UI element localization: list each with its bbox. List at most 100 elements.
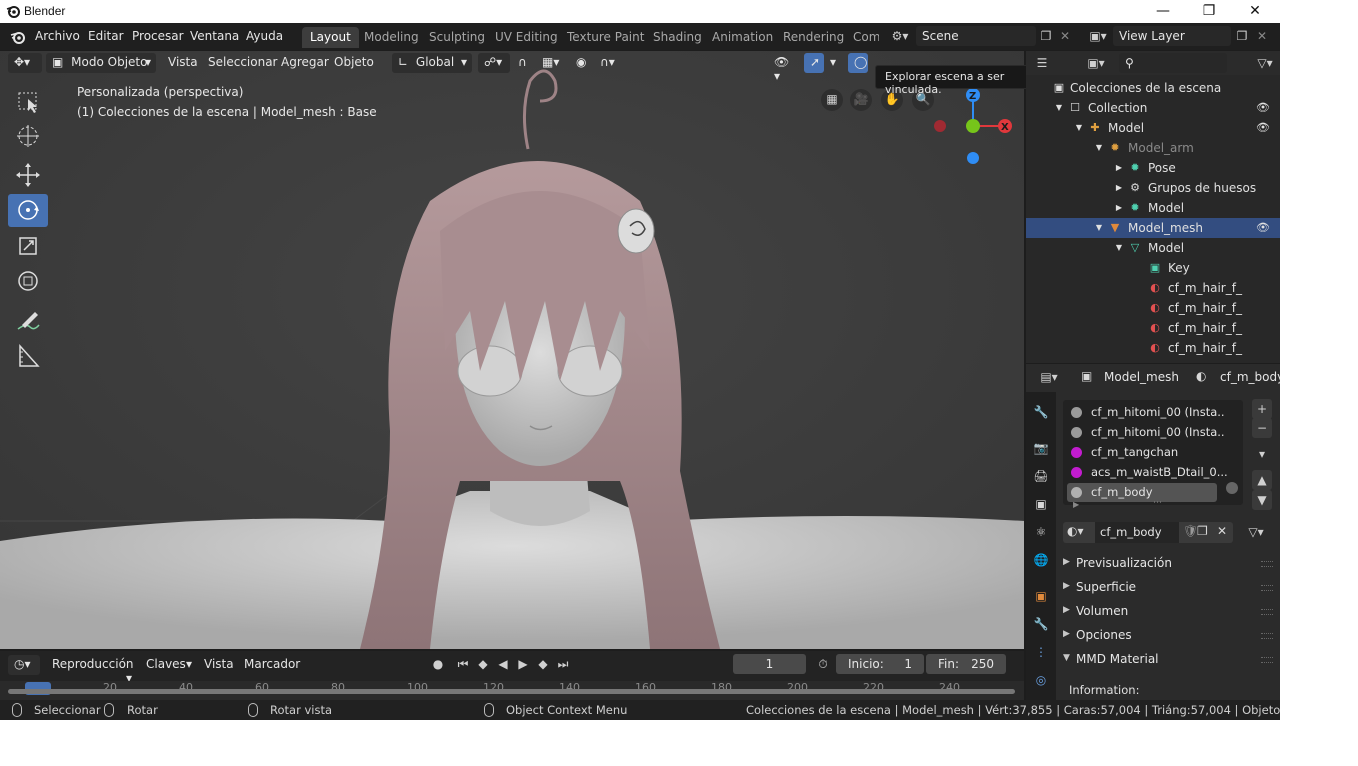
visibility-button[interactable]: 👁▾: [768, 53, 800, 83]
snap-toggle[interactable]: ∩: [512, 53, 536, 73]
outliner-row[interactable]: ▣ Key: [1026, 258, 1280, 278]
tab-uv-editing[interactable]: UV Editing: [487, 27, 566, 48]
menu-editar[interactable]: Editar: [88, 29, 124, 43]
panel-header[interactable]: ▶ Superficie: [1061, 577, 1273, 599]
current-frame-field[interactable]: 1: [733, 654, 806, 674]
outliner-row[interactable]: ▼ ✚ Model 👁: [1026, 118, 1280, 138]
toggle-camera-ortho-icon[interactable]: ▦: [821, 89, 843, 111]
menu-seleccionar[interactable]: Seleccionar: [202, 53, 283, 73]
grip-icon[interactable]: [1261, 561, 1273, 567]
close-button[interactable]: ✕: [1232, 0, 1278, 23]
new-scene-icon[interactable]: ❐: [1036, 26, 1056, 46]
menu-agregar[interactable]: Agregar: [275, 53, 335, 73]
eye-icon[interactable]: 👁: [1256, 221, 1270, 235]
menu-claves[interactable]: Claves ▾: [140, 655, 196, 675]
outliner-editor-icon[interactable]: ☰: [1029, 53, 1055, 73]
outliner-row[interactable]: ◐ cf_m_hair_f_: [1026, 338, 1280, 358]
tab-shading[interactable]: Shading: [645, 27, 710, 48]
menu-marcador[interactable]: Marcador: [238, 655, 306, 675]
add-slot-button[interactable]: +: [1252, 399, 1272, 419]
material-name-field[interactable]: cf_m_body: [1095, 522, 1179, 543]
move-tool[interactable]: [8, 159, 48, 192]
menu-ventana[interactable]: Ventana: [190, 29, 239, 43]
tab-texture-paint[interactable]: Texture Paint: [559, 27, 652, 48]
grip-icon[interactable]: [1261, 633, 1273, 639]
delete-view-layer-icon[interactable]: ✕: [1252, 26, 1272, 46]
outliner-row[interactable]: ◐ cf_m_hair_f_: [1026, 318, 1280, 338]
start-frame-field[interactable]: Inicio: 1: [836, 654, 924, 674]
outliner[interactable]: ☰ ▣▾ ⚲ ▽▾ ▣ Colecciones de la escena ▼ ☐ C…: [1026, 51, 1280, 363]
tab-animation[interactable]: Animation: [704, 27, 781, 48]
render-tab-icon[interactable]: 📷: [1031, 438, 1051, 458]
material-slot[interactable]: cf_m_tangchan: [1067, 443, 1217, 462]
transform-tool[interactable]: [8, 265, 48, 298]
orientation-selector[interactable]: ∟ Global ▾: [392, 53, 472, 73]
jump-start-icon[interactable]: ⏮: [453, 654, 473, 674]
object-tab-icon[interactable]: ▣: [1031, 586, 1051, 606]
outliner-row[interactable]: ▼ ☐ Collection 👁: [1026, 98, 1280, 118]
node-link-icon[interactable]: ▽▾: [1240, 522, 1272, 542]
menu-objeto[interactable]: Objeto: [328, 53, 380, 73]
overlay-toggle[interactable]: ◯: [848, 53, 868, 73]
outliner-row[interactable]: ▶ ✹ Pose: [1026, 158, 1280, 178]
display-mode-icon[interactable]: ▣▾: [1081, 53, 1111, 73]
cursor-tool[interactable]: [8, 120, 48, 153]
panel-header[interactable]: ▼ MMD Material: [1061, 649, 1273, 671]
pivot-button[interactable]: ☍▾: [478, 53, 510, 73]
editor-type-button[interactable]: ✥▾: [8, 53, 42, 73]
outliner-row[interactable]: ◐ cf_m_hair_f_: [1026, 298, 1280, 318]
tab-sculpting[interactable]: Sculpting: [421, 27, 493, 48]
material-slot[interactable]: cf_m_hitomi_00 (Insta..: [1067, 423, 1225, 442]
end-frame-field[interactable]: Fin: 250: [926, 654, 1006, 674]
grip-icon[interactable]: ⋯: [1153, 498, 1162, 508]
minimize-button[interactable]: —: [1140, 0, 1186, 23]
outliner-row[interactable]: ▼ ✹ Model_arm: [1026, 138, 1280, 158]
proportional-toggle[interactable]: ◉: [570, 53, 594, 73]
falloff-button[interactable]: ∩▾: [594, 53, 624, 73]
list-resize-handle[interactable]: [1226, 482, 1238, 494]
play-reverse-icon[interactable]: ◀: [493, 654, 513, 674]
material-slot[interactable]: cf_m_body: [1067, 483, 1217, 502]
mode-selector[interactable]: ▣ Modo Objeto ▾: [46, 53, 156, 73]
move-slot-down-button[interactable]: ▼: [1252, 490, 1272, 510]
timeline[interactable]: ◷▾ Reproducción ▾ Claves ▾ Vista Marcado…: [0, 651, 1024, 700]
delete-scene-icon[interactable]: ✕: [1055, 26, 1075, 46]
select-box-tool[interactable]: [8, 85, 48, 118]
outliner-root[interactable]: ▣ Colecciones de la escena: [1026, 78, 1280, 98]
tab-rendering[interactable]: Rendering: [775, 27, 852, 48]
filter-icon[interactable]: ▽▾: [1252, 53, 1278, 73]
disclosure-triangle-icon[interactable]: ▶: [1112, 201, 1126, 215]
view-layer-field[interactable]: View Layer: [1113, 26, 1231, 46]
measure-tool[interactable]: [8, 340, 48, 373]
view-layer-tab-icon[interactable]: ▣: [1031, 494, 1051, 514]
unlink-material-icon[interactable]: ✕: [1217, 524, 1227, 538]
output-tab-icon[interactable]: 🖨: [1031, 466, 1051, 486]
grip-icon[interactable]: [1261, 609, 1273, 615]
gizmo-toggle[interactable]: ➚: [804, 53, 824, 73]
outliner-row[interactable]: ▶ ✹ Model: [1026, 198, 1280, 218]
menu-archivo[interactable]: Archivo: [35, 29, 80, 43]
menu-ayuda[interactable]: Ayuda: [246, 29, 283, 43]
particles-tab-icon[interactable]: ⋮: [1031, 642, 1051, 662]
disclosure-triangle-icon[interactable]: ▼: [1072, 121, 1086, 135]
3d-viewport[interactable]: X Z ✥▾ ▣ Modo Objeto ▾ Vista Seleccionar…: [0, 51, 1024, 649]
timeline-editor-icon[interactable]: ◷▾: [8, 655, 40, 675]
tab-layout[interactable]: Layout: [302, 27, 359, 48]
grip-icon[interactable]: [1261, 657, 1273, 663]
modifier-tab-icon[interactable]: 🔧: [1031, 614, 1051, 634]
gizmo-options[interactable]: ▾: [824, 53, 840, 73]
fake-user-icon[interactable]: 🛡: [1183, 524, 1198, 538]
next-keyframe-icon[interactable]: ◆: [533, 654, 553, 674]
rotate-tool[interactable]: [8, 194, 48, 227]
blender-menu-icon[interactable]: [10, 29, 26, 45]
outliner-row[interactable]: ◐ cf_m_hair_f_: [1026, 278, 1280, 298]
expand-icon[interactable]: ▶: [1073, 500, 1079, 509]
disclosure-triangle-icon[interactable]: ▶: [1112, 181, 1126, 195]
timeline-scrollbar[interactable]: [8, 689, 1015, 694]
tab-compositing[interactable]: Com: [845, 27, 879, 48]
view-layer-browse-button[interactable]: ▣▾: [1084, 26, 1112, 46]
material-browse-icon[interactable]: ◐▾: [1067, 524, 1084, 538]
material-datablock[interactable]: ◐▾ cf_m_body 🛡 ❐ ✕: [1063, 522, 1233, 543]
maximize-button[interactable]: ❐: [1186, 0, 1232, 23]
menu-procesar[interactable]: Procesar: [132, 29, 184, 43]
